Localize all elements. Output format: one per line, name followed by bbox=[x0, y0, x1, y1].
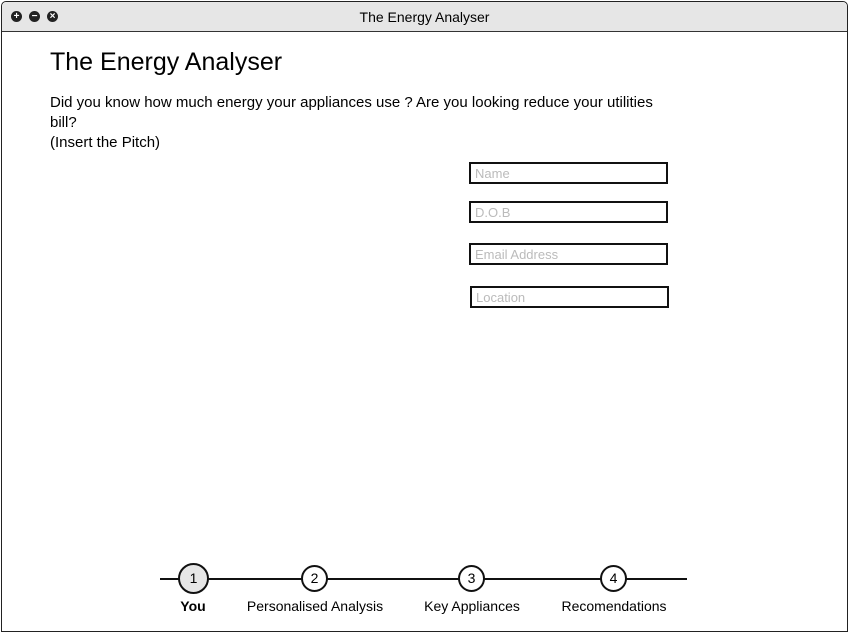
step-3-circle[interactable]: 3 bbox=[458, 565, 485, 592]
step-2-label[interactable]: Personalised Analysis bbox=[247, 598, 383, 614]
pitch-text: Did you know how much energy your applia… bbox=[50, 93, 670, 153]
title-bar: + − × The Energy Analyser bbox=[2, 2, 847, 32]
location-input[interactable] bbox=[470, 286, 669, 308]
name-input[interactable] bbox=[469, 162, 668, 184]
step-2-circle[interactable]: 2 bbox=[301, 565, 328, 592]
email-input[interactable] bbox=[469, 243, 668, 265]
step-1-label[interactable]: You bbox=[180, 598, 205, 614]
window-title: The Energy Analyser bbox=[359, 9, 490, 25]
page-title: The Energy Analyser bbox=[50, 48, 283, 76]
step-1-circle[interactable]: 1 bbox=[178, 563, 209, 594]
step-4-label[interactable]: Recomendations bbox=[561, 598, 666, 614]
step-4-circle[interactable]: 4 bbox=[600, 565, 627, 592]
step-3-label[interactable]: Key Appliances bbox=[424, 598, 520, 614]
pitch-line: Did you know how much energy your applia… bbox=[50, 94, 653, 131]
dob-input[interactable] bbox=[469, 201, 668, 223]
pitch-placeholder: (Insert the Pitch) bbox=[50, 134, 161, 151]
